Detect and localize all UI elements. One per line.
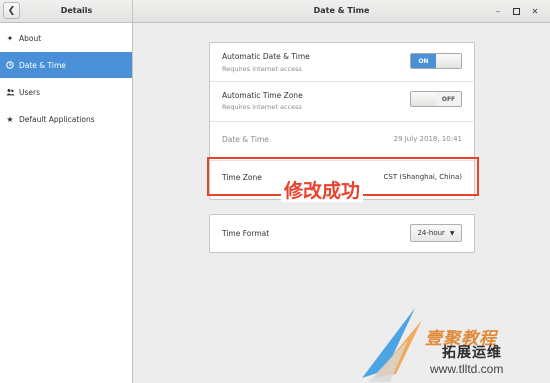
- sidebar-title: Details: [60, 6, 93, 15]
- annotation-text: 修改成功: [281, 180, 364, 202]
- sidebar-item-users[interactable]: Users: [0, 79, 132, 105]
- switch-knob: [436, 54, 461, 68]
- auto-timezone-subtitle: Requires internet access: [222, 103, 302, 111]
- time-format-value: 24-hour: [417, 229, 445, 237]
- star-icon: ★: [6, 114, 14, 124]
- sidebar-header: ❮ Details: [0, 0, 133, 23]
- datetime-label: Date & Time: [222, 135, 269, 144]
- time-format-row: Time Format 24-hour ▼: [210, 215, 474, 252]
- sidebar-item-label: About: [19, 33, 42, 43]
- chevron-left-icon: ❮: [7, 5, 16, 16]
- sidebar-item-label: Users: [19, 87, 41, 97]
- auto-datetime-row: Automatic Date & Time Requires internet …: [210, 43, 474, 81]
- minimize-button[interactable]: –: [491, 4, 505, 18]
- sidebar-item-date-time[interactable]: Date & Time: [0, 52, 132, 78]
- auto-timezone-switch[interactable]: OFF: [410, 91, 462, 107]
- sidebar-item-label: Default Applications: [19, 114, 95, 124]
- auto-timezone-title: Automatic Time Zone: [222, 91, 303, 100]
- minimize-icon: –: [496, 6, 500, 16]
- switch-on-label: ON: [411, 54, 436, 68]
- auto-datetime-title: Automatic Date & Time: [222, 52, 310, 61]
- dropdown-arrow-icon: ▼: [449, 229, 455, 237]
- switch-knob: [411, 92, 436, 106]
- time-format-label: Time Format: [222, 229, 270, 238]
- about-icon: ✦: [6, 33, 14, 43]
- auto-datetime-subtitle: Requires internet access: [222, 65, 302, 73]
- close-icon: ✕: [531, 6, 539, 16]
- time-format-panel: Time Format 24-hour ▼: [209, 214, 475, 253]
- auto-timezone-row: Automatic Time Zone Requires internet ac…: [210, 82, 474, 120]
- watermark-url: www.tlltd.com: [430, 362, 504, 376]
- maximize-icon: [512, 7, 520, 15]
- clock-icon: [4, 61, 16, 69]
- datetime-row: Date & Time 29 July 2018, 10:41: [210, 122, 474, 160]
- page-title: Date & Time: [313, 6, 370, 15]
- sidebar-item-default-applications[interactable]: ★ Default Applications: [0, 106, 132, 132]
- watermark-logo: 壹聚教程 拓展运维 www.tlltd.com: [360, 300, 550, 383]
- switch-off-label: OFF: [436, 92, 461, 106]
- users-icon: [4, 88, 16, 96]
- close-button[interactable]: ✕: [528, 4, 542, 18]
- datetime-value: 29 July 2018, 10:41: [393, 135, 462, 143]
- time-format-dropdown[interactable]: 24-hour ▼: [410, 224, 462, 242]
- maximize-button[interactable]: [509, 4, 523, 18]
- auto-datetime-switch[interactable]: ON: [410, 53, 462, 69]
- sidebar-item-about[interactable]: ✦ About: [0, 25, 132, 51]
- watermark-line2: 拓展运维: [442, 345, 502, 361]
- sidebar: ✦ About Date & Time Users ★ Default Appl…: [0, 23, 133, 383]
- back-button[interactable]: ❮: [3, 2, 20, 19]
- header-bar: ❮ Details Date & Time – ✕: [0, 0, 550, 23]
- sidebar-item-label: Date & Time: [19, 60, 66, 70]
